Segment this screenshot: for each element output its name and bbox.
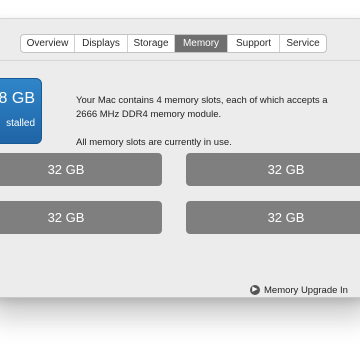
about-this-mac-window: Overview Displays Storage Memory Support… <box>0 18 360 298</box>
memory-total-size: 8 GB <box>0 90 35 107</box>
tab-overview[interactable]: Overview <box>21 35 75 52</box>
tab-service[interactable]: Service <box>280 35 326 52</box>
tab-storage[interactable]: Storage <box>128 35 175 52</box>
tab-memory[interactable]: Memory <box>175 35 228 52</box>
tab-displays[interactable]: Displays <box>75 35 128 52</box>
memory-slots-status: All memory slots are currently in use. <box>76 137 232 148</box>
memory-installed-label: stalled <box>6 118 35 129</box>
memory-slot-4: 32 GB <box>186 201 360 234</box>
memory-info: Your Mac contains 4 memory slots, each o… <box>76 94 346 150</box>
header-divider <box>0 60 360 61</box>
memory-upgrade-label: Memory Upgrade In <box>264 284 348 296</box>
memory-slots-description: Your Mac contains 4 memory slots, each o… <box>76 95 328 120</box>
memory-slot-3: 32 GB <box>0 201 162 234</box>
arrow-right-circle-icon: ▶ <box>250 285 260 295</box>
memory-summary-badge: 8 GB stalled <box>0 78 42 144</box>
memory-slot-2: 32 GB <box>186 153 360 186</box>
memory-upgrade-link[interactable]: ▶ Memory Upgrade In <box>250 284 348 296</box>
memory-slot-1: 32 GB <box>0 153 162 186</box>
tab-support[interactable]: Support <box>228 35 280 52</box>
about-this-mac-screen: Overview Displays Storage Memory Support… <box>0 0 360 360</box>
tab-bar: Overview Displays Storage Memory Support… <box>20 34 327 53</box>
